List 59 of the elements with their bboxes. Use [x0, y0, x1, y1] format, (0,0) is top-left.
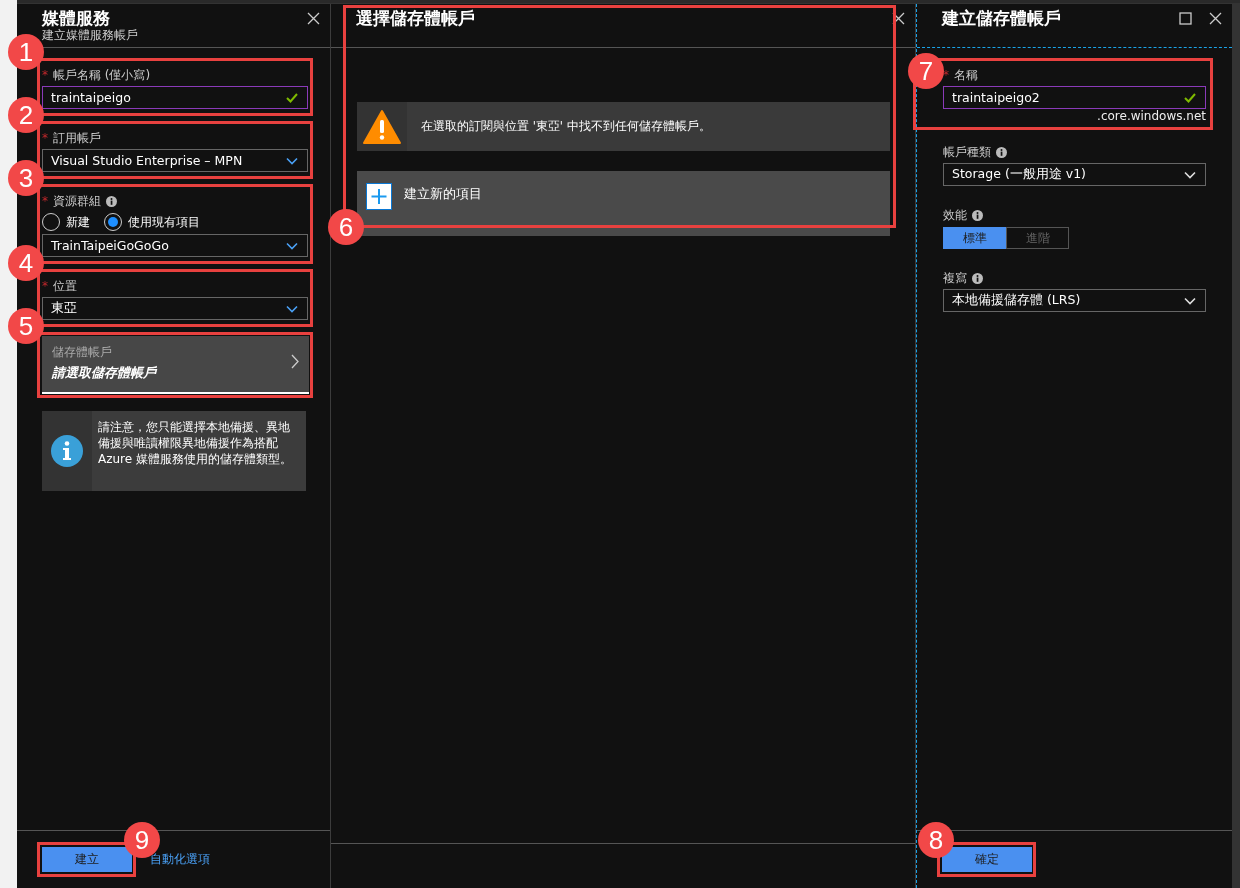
- info-icon: [50, 434, 84, 468]
- maximize-icon[interactable]: [1179, 12, 1192, 25]
- chevron-down-icon: [1184, 296, 1196, 305]
- callout-badge: 6: [328, 209, 364, 245]
- chevron-down-icon: [286, 241, 298, 250]
- dropdown[interactable]: Storage (一般用途 v1): [943, 163, 1206, 186]
- radio-label: 使用現有項目: [128, 213, 200, 231]
- dropdown[interactable]: 東亞: [42, 297, 308, 320]
- blade-title: 建立儲存體帳戶: [942, 8, 1061, 28]
- callout-badge: 7: [908, 53, 944, 89]
- check-icon: [1184, 92, 1196, 103]
- required-mark: *: [42, 279, 48, 293]
- chevron-down-icon: [1184, 170, 1196, 179]
- info-icon: [972, 209, 983, 221]
- callout-badge: 4: [8, 245, 44, 281]
- warning-text: 在選取的訂閱與位置 '東亞' 中找不到任何儲存體帳戶。: [421, 119, 711, 134]
- blade-title: 選擇儲存體帳戶: [356, 8, 475, 28]
- chevron-down-icon: [286, 304, 298, 313]
- segment-button[interactable]: 標準: [943, 227, 1006, 249]
- dropdown[interactable]: Visual Studio Enterprise – MPN: [42, 149, 308, 172]
- primary-button[interactable]: 建立: [42, 847, 132, 872]
- dropdown[interactable]: 本地備援儲存體 (LRS): [943, 289, 1206, 312]
- info-icon: [972, 272, 983, 284]
- field-label: 名稱: [954, 66, 978, 84]
- required-mark: *: [943, 68, 949, 82]
- create-new-item[interactable]: 建立新的項目: [357, 171, 890, 236]
- domain-suffix: .core.windows.net: [1096, 109, 1206, 123]
- close-icon[interactable]: [1209, 12, 1222, 25]
- check-icon: [286, 92, 298, 103]
- callout-badge: 3: [8, 160, 44, 196]
- field-label: 訂用帳戶: [53, 129, 101, 147]
- warning-icon: [362, 108, 402, 145]
- field-label: 資源群組: [53, 192, 101, 210]
- text-field[interactable]: traintaipeigo2: [943, 86, 1206, 109]
- info-icon: [106, 195, 117, 207]
- primary-button[interactable]: 確定: [942, 847, 1032, 872]
- info-icon: [996, 146, 1007, 158]
- field-label: 效能: [943, 206, 967, 224]
- chevron-right-icon: [291, 354, 299, 369]
- plus-icon: [366, 183, 392, 210]
- note-text: 請注意，您只能選擇本地備援、異地備援與唯讀權限異地備援作為搭配 Azure 媒體服務使用的儲存體類型。: [97, 419, 293, 468]
- field-label: 位置: [53, 277, 77, 295]
- text-field[interactable]: traintaipeigo: [42, 86, 308, 109]
- storage-picker[interactable]: 儲存體帳戶 請選取儲存體帳戶: [42, 336, 309, 394]
- required-mark: *: [42, 68, 48, 82]
- callout-badge: 2: [8, 97, 44, 133]
- radio-label: 新建: [66, 213, 90, 231]
- close-icon[interactable]: [307, 12, 320, 25]
- field-label: 複寫: [943, 269, 967, 287]
- required-mark: *: [42, 131, 48, 145]
- callout-badge: 8: [918, 822, 954, 858]
- chevron-down-icon: [286, 156, 298, 165]
- dropdown[interactable]: TrainTaipeiGoGoGo: [42, 234, 308, 257]
- callout-badge: 5: [8, 308, 44, 344]
- blade-title: 媒體服務: [42, 8, 111, 28]
- field-label: 帳戶名稱 (僅小寫): [53, 66, 151, 84]
- field-label: 帳戶種類: [943, 143, 991, 161]
- required-mark: *: [42, 194, 48, 208]
- blade-subtitle: 建立媒體服務帳戶: [42, 28, 138, 42]
